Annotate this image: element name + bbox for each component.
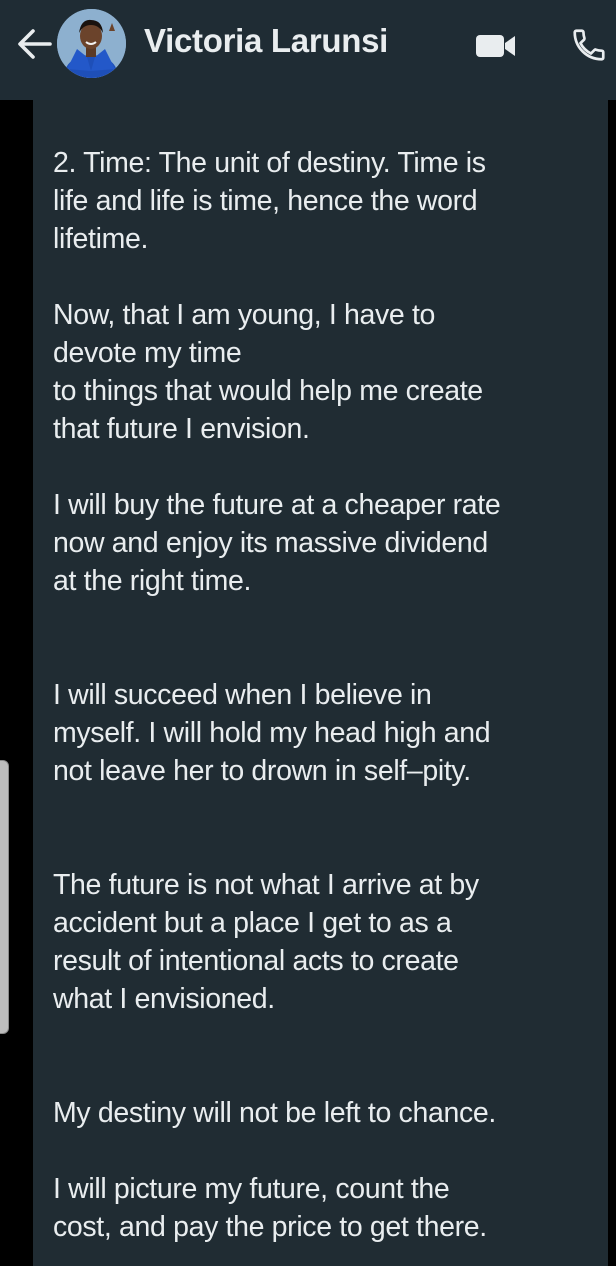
video-camera-icon [476, 35, 515, 57]
edge-scroll-handle[interactable] [0, 760, 9, 1034]
message-paragraph: 2. Time: The unit of destiny. Time is li… [53, 147, 486, 255]
chat-header: Victoria Larunsi [0, 0, 616, 100]
video-call-button[interactable] [472, 26, 520, 66]
phone-icon [573, 29, 605, 61]
contact-name[interactable]: Victoria Larunsi [144, 22, 388, 60]
chat-screen: Victoria Larunsi 2. Time: The unit of de… [0, 0, 616, 1266]
message-paragraph: Now, that I am young, I have to devote m… [53, 299, 483, 445]
message-bubble[interactable]: 2. Time: The unit of destiny. Time is li… [33, 100, 608, 1266]
message-paragraph: I will buy the future at a cheaper rate … [53, 489, 501, 597]
voice-call-button[interactable] [566, 22, 612, 68]
message-paragraph: I will succeed when I believe in myself.… [53, 679, 491, 787]
message-paragraph: I will picture my future, count the cost… [53, 1173, 487, 1243]
profile-photo [57, 9, 126, 78]
message-paragraph: The future is not what I arrive at by ac… [53, 869, 479, 1015]
message-paragraph: My destiny will not be left to chance. [53, 1097, 496, 1129]
back-button[interactable] [12, 24, 56, 64]
avatar[interactable] [57, 9, 126, 78]
arrow-left-icon [18, 29, 52, 59]
